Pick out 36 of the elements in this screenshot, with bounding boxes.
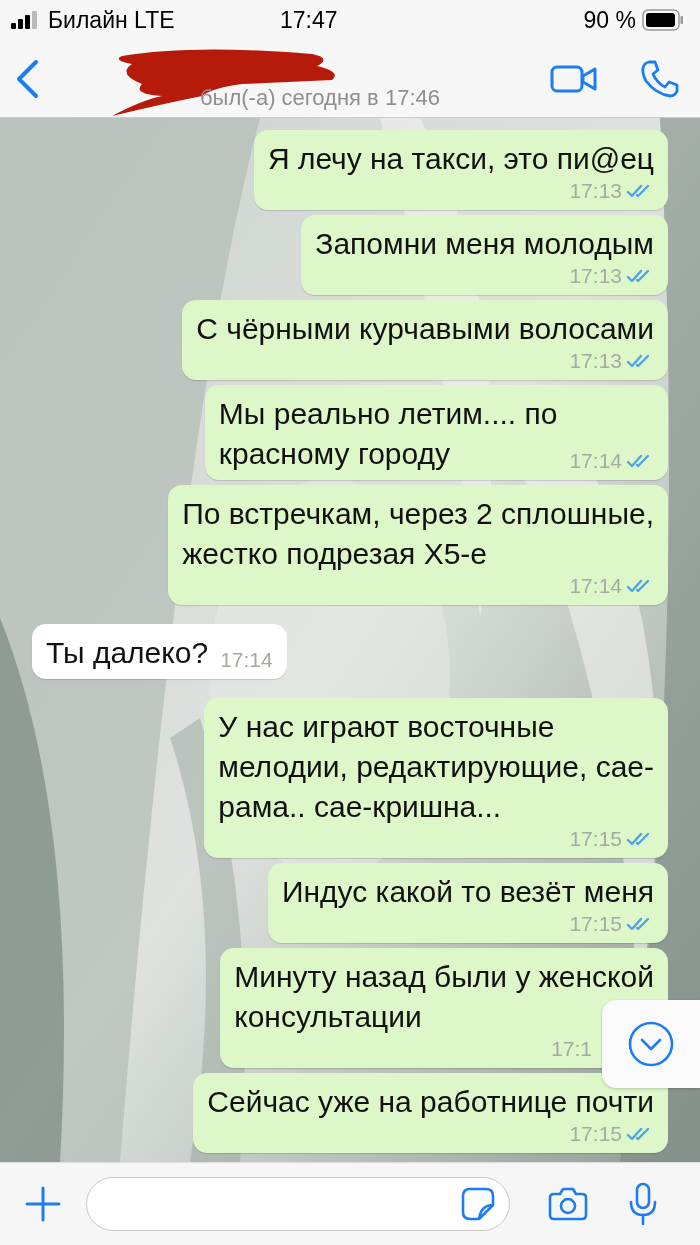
message-time: 17:13 (569, 264, 622, 288)
sticker-icon[interactable] (461, 1187, 495, 1221)
message-text: С чёрными курчавыми волосами (196, 311, 654, 347)
battery-icon (642, 9, 684, 31)
message-text: Ты далеко? (46, 635, 209, 671)
message-time: 17:13 (569, 349, 622, 373)
message-text: По встречкам, через 2 сплошные, жестко подрезая Х5-е (182, 496, 654, 572)
message-text: Я лечу на такси, это пи@ец (267, 141, 654, 177)
chevron-down-icon (627, 1020, 675, 1068)
message-text: У нас играют восточные мелодии, редактирующие, сае- рама.. сае-кришна... (218, 709, 654, 825)
camera-icon[interactable] (548, 1187, 588, 1221)
message-time: 17:1 (551, 1037, 592, 1061)
clock: 17:47 (280, 6, 339, 34)
battery-percent: 90 % (583, 6, 636, 34)
message-time: 17:15 (569, 827, 622, 851)
signal-icon (10, 10, 40, 30)
phone-icon[interactable] (640, 58, 680, 99)
carrier-label: Билайн LTE (48, 6, 175, 34)
add-icon[interactable] (24, 1185, 62, 1223)
microphone-icon[interactable] (628, 1182, 658, 1226)
video-call-icon[interactable] (550, 63, 598, 94)
message-text: Запомни меня молодым (315, 226, 654, 262)
message-time: 17:14 (220, 648, 273, 672)
message-time: 17:15 (569, 912, 622, 936)
message-text: Мы реально летим.... по красному городу (218, 396, 558, 472)
message-text: Сейчас уже на работнице почти (207, 1084, 654, 1120)
message-input-field[interactable] (86, 1177, 510, 1231)
message-time: 17:14 (569, 574, 622, 598)
last-seen-status: был(-а) сегодня в 17:46 (200, 84, 440, 111)
scroll-down-button[interactable] (602, 1000, 700, 1088)
message-time: 17:14 (569, 449, 622, 473)
message-text: Индус какой то везёт меня (281, 874, 654, 910)
message-text: Минуту назад были у женской консультации (234, 959, 654, 1035)
back-icon[interactable] (14, 58, 40, 99)
message-time: 17:13 (569, 179, 622, 203)
message-time: 17:15 (569, 1122, 622, 1146)
